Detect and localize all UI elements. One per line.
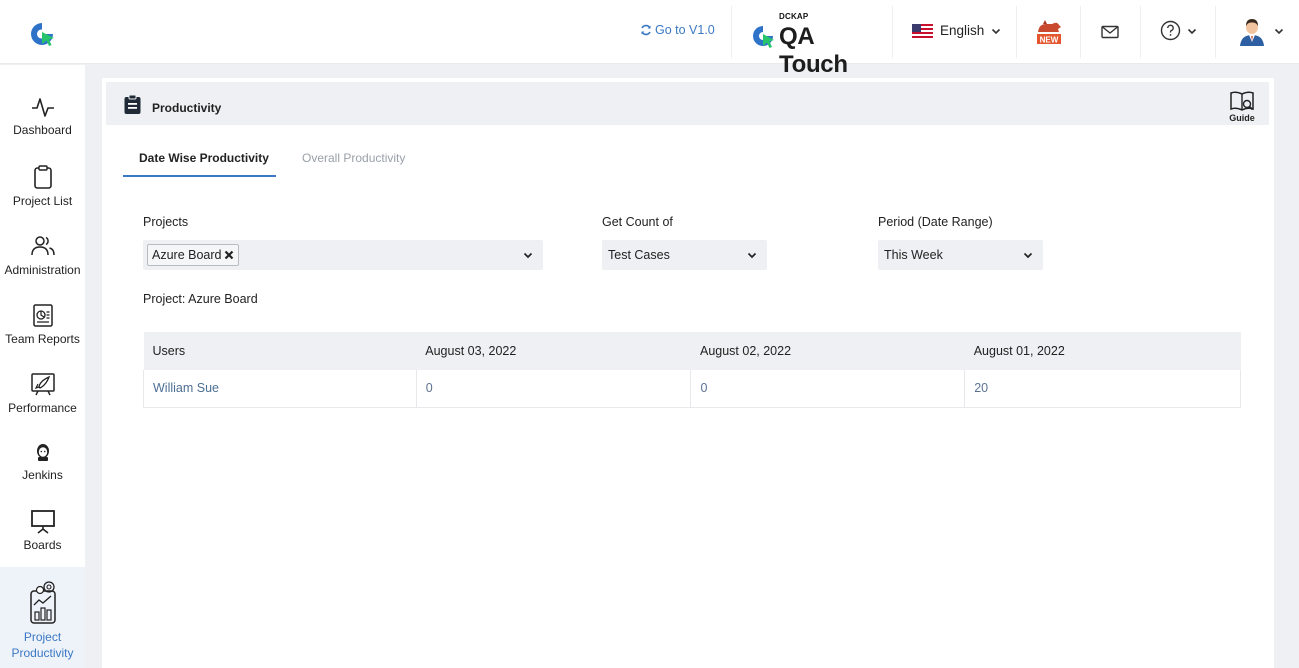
us-flag-icon	[912, 23, 933, 38]
sidebar-item-label: Project List	[12, 194, 73, 208]
goto-v1-link[interactable]: Go to V1.0	[640, 23, 715, 37]
count-cell: 0	[415, 370, 692, 408]
sidebar-item-project-productivity[interactable]: Project Productivity	[0, 567, 85, 668]
sidebar-item-label: Performance	[8, 401, 77, 415]
sidebar: Dashboard Project List Administration Te…	[0, 65, 85, 668]
close-icon[interactable]	[224, 250, 234, 260]
count-cell: 0	[690, 370, 966, 408]
page-title-bar: Productivity Guide	[106, 82, 1269, 125]
project-chip: Azure Board	[147, 244, 240, 266]
top-bar: Go to V1.0 DCKAP QA Touch English NEW	[0, 0, 1299, 78]
tab-date-wise-productivity[interactable]: Date Wise Productivity	[139, 151, 269, 165]
productivity-table: Users August 03, 2022 August 02, 2022 Au…	[143, 332, 1241, 408]
selected-project-caption: Project: Azure Board	[143, 292, 258, 306]
divider	[1080, 6, 1081, 58]
divider	[1140, 6, 1141, 58]
sidebar-item-boards[interactable]: Boards	[0, 508, 85, 552]
sidebar-item-performance[interactable]: Performance	[0, 371, 85, 415]
qa-touch-logo-icon	[753, 26, 774, 48]
sidebar-item-team-reports[interactable]: Team Reports	[0, 302, 85, 346]
user-menu[interactable]	[1238, 16, 1284, 46]
productivity-icon	[29, 581, 56, 624]
projects-select[interactable]: Azure Board	[143, 240, 543, 270]
board-icon	[30, 510, 55, 534]
users-icon	[30, 236, 55, 256]
chevron-down-icon	[1274, 28, 1284, 35]
sidebar-item-administration[interactable]: Administration	[0, 233, 85, 277]
sidebar-item-jenkins[interactable]: Jenkins	[0, 442, 85, 482]
column-header-users: Users	[143, 332, 417, 370]
table-header-row: Users August 03, 2022 August 02, 2022 Au…	[143, 332, 1241, 370]
get-count-value: Test Cases	[608, 248, 670, 262]
guide-label: Guide	[1229, 113, 1255, 123]
brand-top-label: DCKAP	[779, 12, 809, 21]
new-badge-label: NEW	[1040, 36, 1059, 45]
chevron-down-icon	[523, 252, 533, 259]
sidebar-item-project-list[interactable]: Project List	[0, 164, 85, 208]
sidebar-item-label: Jenkins	[22, 468, 63, 482]
report-icon	[32, 304, 53, 327]
main-panel: Productivity Guide Date Wise Productivit…	[102, 78, 1274, 668]
chevron-down-icon	[1187, 28, 1197, 34]
jenkins-icon	[36, 444, 49, 461]
chevron-down-icon	[992, 28, 1001, 34]
count-cell: 20	[964, 370, 1241, 408]
period-label: Period (Date Range)	[878, 215, 993, 229]
language-selector[interactable]: English	[912, 23, 1001, 38]
divider	[731, 6, 732, 58]
activity-icon	[31, 98, 54, 117]
rhino-new-icon: NEW	[1037, 20, 1061, 45]
refresh-icon	[641, 24, 651, 36]
projects-label: Projects	[143, 215, 189, 229]
help-menu[interactable]	[1160, 20, 1197, 41]
guide-button[interactable]: Guide	[1227, 90, 1257, 123]
table-row: William Sue 0 0 20	[143, 370, 1241, 408]
goto-v1-label: Go to V1.0	[655, 23, 715, 37]
get-count-select[interactable]: Test Cases	[602, 240, 767, 270]
clipboard-icon	[33, 165, 52, 189]
sidebar-item-dashboard[interactable]: Dashboard	[0, 95, 85, 137]
tab-overall-productivity[interactable]: Overall Productivity	[302, 151, 405, 165]
book-search-icon	[1230, 91, 1254, 111]
sidebar-item-label: Dashboard	[13, 123, 72, 137]
help-circle-icon	[1160, 20, 1181, 41]
sidebar-item-label: Administration	[4, 263, 81, 277]
chevron-down-icon	[747, 252, 757, 259]
period-value: This Week	[884, 248, 943, 262]
avatar	[1240, 19, 1264, 46]
user-name-link[interactable]: William Sue	[143, 370, 417, 408]
sidebar-item-label: Project	[23, 630, 62, 644]
page-title: Productivity	[152, 101, 222, 115]
clipboard-list-icon	[124, 95, 141, 114]
rocket-chart-icon	[30, 373, 55, 396]
column-header-date: August 01, 2022	[964, 332, 1241, 370]
brand-name: QA Touch	[779, 23, 848, 78]
sidebar-item-label: Boards	[23, 538, 62, 552]
language-label: English	[940, 23, 985, 38]
get-count-label: Get Count of	[602, 215, 673, 229]
chevron-down-icon	[1023, 252, 1033, 259]
app-logo-icon[interactable]	[28, 20, 56, 48]
active-tab-indicator	[123, 175, 276, 177]
divider	[892, 6, 893, 58]
sidebar-item-label: Productivity	[11, 646, 74, 660]
project-chip-label: Azure Board	[152, 248, 222, 262]
brand-logo: DCKAP QA Touch	[752, 12, 877, 78]
divider	[1215, 6, 1216, 58]
column-header-date: August 03, 2022	[416, 332, 691, 370]
mail-icon[interactable]	[1100, 22, 1120, 42]
column-header-date: August 02, 2022	[690, 332, 965, 370]
sidebar-item-label: Team Reports	[5, 332, 80, 346]
period-select[interactable]: This Week	[878, 240, 1043, 270]
whats-new-button[interactable]: NEW	[1035, 18, 1063, 46]
divider	[1016, 6, 1017, 58]
